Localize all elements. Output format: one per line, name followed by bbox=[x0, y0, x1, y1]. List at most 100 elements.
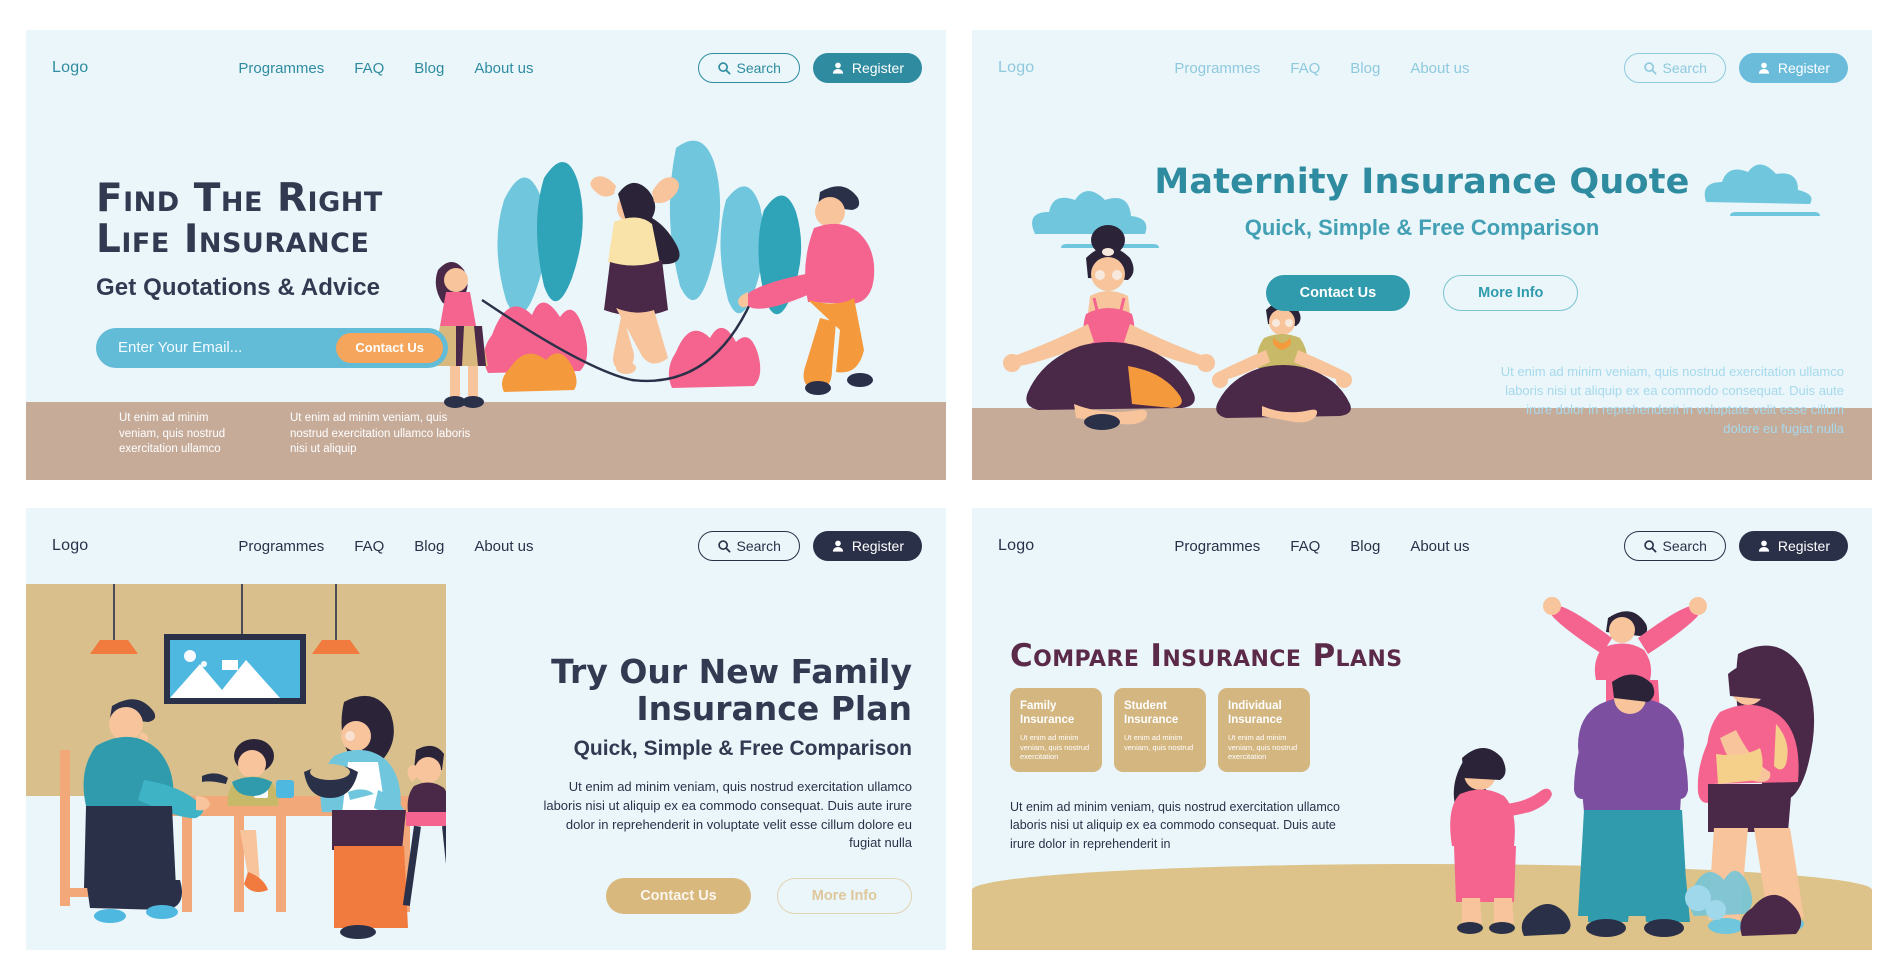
cta-group: Contact Us More Info bbox=[972, 275, 1872, 311]
nav-link-blog[interactable]: Blog bbox=[414, 538, 444, 555]
family-walking-illustration bbox=[1450, 597, 1815, 937]
nav-link-programmes[interactable]: Programmes bbox=[1174, 538, 1260, 555]
page-title-line1: Try Our New Family bbox=[551, 652, 912, 691]
navbar-panel-3: Logo Programmes FAQ Blog About us Search bbox=[26, 508, 946, 584]
nav-actions: Search Register bbox=[1623, 53, 1848, 83]
body-paragraph: Ut enim ad minim veniam, quis nostrud ex… bbox=[1010, 800, 1340, 851]
email-signup-form: Contact Us bbox=[96, 327, 448, 368]
panel-maternity-insurance: Logo Programmes FAQ Blog About us Search bbox=[972, 30, 1872, 480]
page-subtitle: Quick, Simple & Free Comparison bbox=[573, 736, 912, 760]
search-button-label: Search bbox=[736, 538, 781, 554]
cta-group: Contact Us More Info bbox=[542, 878, 912, 915]
plan-card-student[interactable]: Student Insurance Ut enim ad minim venia… bbox=[1114, 688, 1206, 772]
email-input[interactable] bbox=[118, 339, 337, 357]
body-paragraph: Ut enim ad minim veniam, quis nostrud ex… bbox=[543, 778, 912, 851]
more-info-button[interactable]: More Info bbox=[776, 878, 912, 915]
hero-copy-panel-1: Find The Right Life Insurance Get Quotat… bbox=[96, 178, 476, 368]
more-info-button[interactable]: More Info bbox=[1443, 275, 1579, 311]
search-icon bbox=[1643, 62, 1656, 75]
plan-card-family[interactable]: Family Insurance Ut enim ad minim veniam… bbox=[1010, 688, 1102, 772]
plan-card-body: Ut enim ad minim veniam, quis nostrud bbox=[1124, 732, 1194, 752]
search-button-label: Search bbox=[1662, 538, 1707, 554]
page-title-line2: Insurance Plan bbox=[636, 688, 912, 728]
search-button[interactable]: Search bbox=[1623, 531, 1726, 561]
search-button[interactable]: Search bbox=[1623, 53, 1726, 83]
navbar-panel-1: Logo Programmes FAQ Blog About us Search bbox=[26, 30, 946, 106]
nav-link-programmes[interactable]: Programmes bbox=[238, 60, 324, 77]
register-button-label: Register bbox=[851, 538, 904, 554]
nav-link-about-us[interactable]: About us bbox=[474, 60, 533, 77]
nav-link-faq[interactable]: FAQ bbox=[354, 538, 384, 555]
search-icon bbox=[717, 62, 730, 75]
nav-link-blog[interactable]: Blog bbox=[1350, 60, 1380, 77]
contact-us-button[interactable]: Contact Us bbox=[1265, 275, 1411, 311]
search-button-label: Search bbox=[1662, 60, 1707, 76]
insurance-landing-page-mockups: Logo Programmes FAQ Blog About us Search bbox=[0, 0, 1899, 980]
search-button[interactable]: Search bbox=[697, 53, 800, 83]
footer-text-left: Ut enim ad minim veniam, quis nostrud ex… bbox=[119, 412, 226, 456]
register-button-label: Register bbox=[851, 60, 904, 76]
nav-links: Programmes FAQ Blog About us bbox=[238, 60, 533, 77]
register-button[interactable]: Register bbox=[1738, 531, 1848, 561]
yoga-illustration bbox=[1003, 225, 1352, 430]
contact-us-button[interactable]: Contact Us bbox=[336, 332, 443, 363]
nav-actions: Search Register bbox=[697, 531, 922, 561]
page-title: Compare Insurance Plans bbox=[1010, 638, 1403, 674]
nav-link-faq[interactable]: FAQ bbox=[1290, 60, 1320, 77]
nav-logo[interactable]: Logo bbox=[998, 59, 1034, 77]
nav-actions: Search Register bbox=[697, 53, 922, 83]
register-button[interactable]: Register bbox=[812, 531, 922, 561]
nav-logo[interactable]: Logo bbox=[52, 537, 88, 555]
page-title-line2: Life Insurance bbox=[96, 217, 370, 263]
hero-copy-panel-3: Try Our New Family Insurance Plan Quick,… bbox=[542, 652, 912, 915]
nav-links: Programmes FAQ Blog About us bbox=[238, 538, 533, 555]
nav-links: Programmes FAQ Blog About us bbox=[1174, 60, 1469, 77]
nav-link-programmes[interactable]: Programmes bbox=[1174, 60, 1260, 77]
nav-link-about-us[interactable]: About us bbox=[474, 538, 533, 555]
page-title-line1: Find The Right bbox=[96, 176, 383, 221]
plan-card-group: Family Insurance Ut enim ad minim veniam… bbox=[1010, 688, 1310, 772]
search-icon bbox=[1643, 540, 1656, 553]
register-button-label: Register bbox=[1777, 60, 1830, 76]
contact-us-button[interactable]: Contact Us bbox=[606, 878, 751, 915]
body-paragraph: Ut enim ad minim veniam, quis nostrud ex… bbox=[1500, 364, 1844, 436]
user-icon bbox=[1758, 62, 1769, 74]
panel-compare-plans: Logo Programmes FAQ Blog About us Search bbox=[972, 508, 1872, 950]
nav-actions: Search Register bbox=[1623, 531, 1848, 561]
register-button[interactable]: Register bbox=[1738, 53, 1848, 83]
nav-link-faq[interactable]: FAQ bbox=[1290, 538, 1320, 555]
nav-logo[interactable]: Logo bbox=[52, 59, 88, 77]
nav-link-faq[interactable]: FAQ bbox=[354, 60, 384, 77]
nav-link-about-us[interactable]: About us bbox=[1410, 60, 1469, 77]
plan-card-individual[interactable]: Individual Insurance Ut enim ad minim ve… bbox=[1218, 688, 1310, 772]
nav-link-blog[interactable]: Blog bbox=[1350, 538, 1380, 555]
page-subtitle: Quick, Simple & Free Comparison bbox=[1244, 215, 1600, 240]
register-button-label: Register bbox=[1777, 538, 1830, 554]
family-dinner-illustration bbox=[26, 584, 446, 950]
plan-card-title: Family Insurance bbox=[1020, 700, 1075, 727]
panel-family-insurance: Logo Programmes FAQ Blog About us Search bbox=[26, 508, 946, 950]
nav-link-about-us[interactable]: About us bbox=[1410, 538, 1469, 555]
user-icon bbox=[1758, 540, 1769, 552]
user-icon bbox=[832, 62, 843, 74]
nav-link-programmes[interactable]: Programmes bbox=[238, 538, 324, 555]
footer-text-right: Ut enim ad minim veniam, quis nostrud ex… bbox=[290, 412, 471, 456]
register-button[interactable]: Register bbox=[812, 53, 922, 83]
nav-links: Programmes FAQ Blog About us bbox=[1174, 538, 1469, 555]
panel-life-insurance: Logo Programmes FAQ Blog About us Search bbox=[26, 30, 946, 480]
plan-card-body: Ut enim ad minim veniam, quis nostrud ex… bbox=[1228, 732, 1298, 762]
navbar-panel-4: Logo Programmes FAQ Blog About us Search bbox=[972, 508, 1872, 584]
jump-rope-illustration bbox=[432, 140, 875, 408]
plan-card-title: Individual Insurance bbox=[1228, 700, 1283, 727]
search-button-label: Search bbox=[736, 60, 781, 76]
plan-card-body: Ut enim ad minim veniam, quis nostrud ex… bbox=[1020, 732, 1090, 762]
plan-card-title: Student Insurance bbox=[1124, 700, 1179, 727]
nav-logo[interactable]: Logo bbox=[998, 537, 1034, 555]
navbar-panel-2: Logo Programmes FAQ Blog About us Search bbox=[972, 30, 1872, 106]
page-title: Maternity Insurance Quote bbox=[1154, 162, 1690, 202]
page-subtitle: Get Quotations & Advice bbox=[96, 273, 381, 301]
search-button[interactable]: Search bbox=[697, 531, 800, 561]
nav-link-blog[interactable]: Blog bbox=[414, 60, 444, 77]
user-icon bbox=[832, 540, 843, 552]
search-icon bbox=[717, 540, 730, 553]
